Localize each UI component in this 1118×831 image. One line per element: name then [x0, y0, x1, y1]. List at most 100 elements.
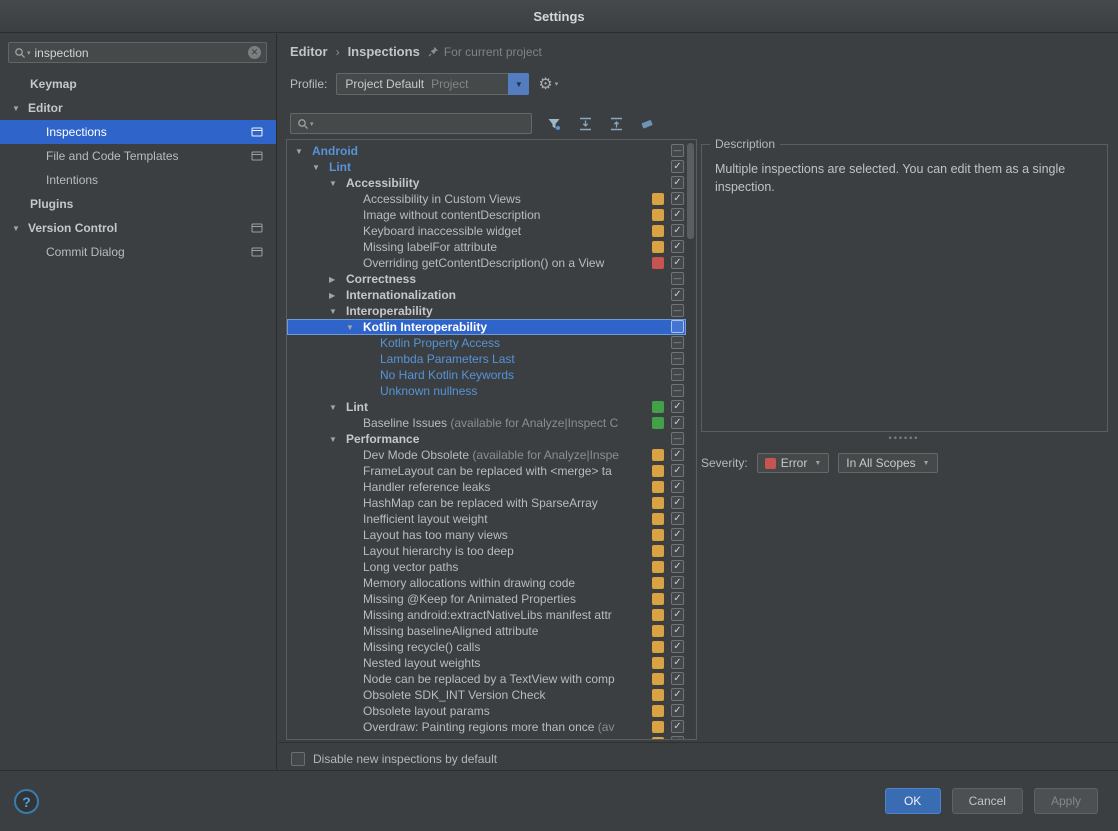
expand-all-icon[interactable] — [576, 116, 594, 132]
inspection-checkbox[interactable]: ✓ — [671, 496, 684, 509]
inspection-checkbox[interactable]: ✓ — [671, 240, 684, 253]
inspection-checkbox[interactable]: ✓ — [671, 256, 684, 269]
apply-button[interactable]: Apply — [1033, 788, 1098, 814]
tree-row-internationalization[interactable]: ▶ Internationalization ✓ — [287, 287, 686, 303]
expander-icon[interactable]: ▶ — [329, 275, 346, 284]
tree-row-missing-keep-for-animated-properties[interactable]: Missing @Keep for Animated Properties ✓ — [287, 591, 686, 607]
expander-icon[interactable]: ▼ — [12, 104, 28, 113]
expander-icon[interactable]: ▼ — [312, 163, 329, 172]
tree-row-interoperability[interactable]: ▼ Interoperability — — [287, 303, 686, 319]
reset-filter-icon[interactable] — [638, 116, 656, 132]
sidebar-item-plugins[interactable]: Plugins — [0, 192, 276, 216]
tree-row-missing-android-extractnativelibs-manifest-attr[interactable]: Missing android:extractNativeLibs manife… — [287, 607, 686, 623]
disable-new-option[interactable]: Disable new inspections by default — [291, 747, 497, 771]
inspection-checkbox[interactable]: ✓ — [671, 608, 684, 621]
tree-row-keyboard-inaccessible-widget[interactable]: Keyboard inaccessible widget ✓ — [287, 223, 686, 239]
tree-row-baseline-issues[interactable]: Baseline Issues (available for Analyze|I… — [287, 415, 686, 431]
tree-row-correctness[interactable]: ▶ Correctness — — [287, 271, 686, 287]
tree-row-no-hard-kotlin-keywords[interactable]: No Hard Kotlin Keywords — — [287, 367, 686, 383]
search-options-chevron-icon[interactable]: ▾ — [310, 120, 314, 128]
severity-combo[interactable]: Error ▼ — [756, 453, 830, 473]
tree-row-image-without-contentdescription[interactable]: Image without contentDescription ✓ — [287, 207, 686, 223]
expander-icon[interactable]: ▼ — [12, 224, 28, 233]
inspection-checkbox[interactable]: — — [671, 336, 684, 349]
inspection-checkbox[interactable]: ✓ — [671, 416, 684, 429]
inspection-checkbox[interactable]: ✓ — [671, 560, 684, 573]
tree-row-framelayout-can-be-replaced-with-merge-ta[interactable]: FrameLayout can be replaced with <merge>… — [287, 463, 686, 479]
tree-row-kotlin-interoperability[interactable]: ▼ Kotlin Interoperability — [287, 319, 686, 335]
inspection-checkbox[interactable]: ✓ — [671, 576, 684, 589]
gear-icon[interactable]: ⚙ ▾ — [538, 74, 558, 94]
sidebar-item-version-control[interactable]: ▼ Version Control — [0, 216, 276, 240]
tree-scrollbar[interactable] — [686, 141, 695, 738]
inspection-checkbox[interactable]: ✓ — [671, 528, 684, 541]
tree-row-unknown-nullness[interactable]: Unknown nullness — — [287, 383, 686, 399]
inspection-checkbox[interactable]: — — [671, 352, 684, 365]
inspection-checkbox[interactable]: ✓ — [671, 704, 684, 717]
tree-row-overdraw-painting-regions-more-than-once[interactable]: Overdraw: Painting regions more than onc… — [287, 719, 686, 735]
tree-row-obsolete-sdk-int-version-check[interactable]: Obsolete SDK_INT Version Check ✓ — [287, 687, 686, 703]
clear-search-icon[interactable]: ✕ — [248, 46, 261, 59]
inspection-checkbox[interactable]: ✓ — [671, 720, 684, 733]
ok-button[interactable]: OK — [884, 788, 941, 814]
inspection-checkbox[interactable]: ✓ — [671, 480, 684, 493]
inspection-checkbox[interactable]: ✓ — [671, 160, 684, 173]
expander-icon[interactable]: ▼ — [329, 403, 346, 412]
inspection-checkbox[interactable]: ✓ — [671, 288, 684, 301]
filter-icon[interactable] — [545, 116, 563, 132]
tree-row-missing-recycle-calls[interactable]: Missing recycle() calls ✓ — [287, 639, 686, 655]
expander-icon[interactable]: ▼ — [295, 147, 312, 156]
inspection-checkbox[interactable]: ✓ — [671, 736, 684, 739]
tree-row-overriding-getcontentdescription-on-a-view[interactable]: Overriding getContentDescription() on a … — [287, 255, 686, 271]
tree-row-layout-has-too-many-views[interactable]: Layout has too many views ✓ — [287, 527, 686, 543]
settings-search-input[interactable] — [30, 45, 248, 60]
inspection-checkbox[interactable]: ✓ — [671, 464, 684, 477]
tree-row-accessibility[interactable]: ▼ Accessibility ✓ — [287, 175, 686, 191]
inspection-checkbox[interactable]: ✓ — [671, 176, 684, 189]
inspection-checkbox[interactable]: ✓ — [671, 208, 684, 221]
tree-row-handler-reference-leaks[interactable]: Handler reference leaks ✓ — [287, 479, 686, 495]
tree-row-dev-mode-obsolete[interactable]: Dev Mode Obsolete (available for Analyze… — [287, 447, 686, 463]
inspection-checkbox[interactable]: — — [671, 144, 684, 157]
inspection-checkbox[interactable]: — — [671, 432, 684, 445]
inspection-checkbox[interactable]: ✓ — [671, 192, 684, 205]
collapse-all-icon[interactable] — [607, 116, 625, 132]
sidebar-item-editor[interactable]: ▼ Editor — [0, 96, 276, 120]
expander-icon[interactable]: ▶ — [329, 291, 346, 300]
tree-row-long-vector-paths[interactable]: Long vector paths ✓ — [287, 559, 686, 575]
inspection-checkbox[interactable] — [671, 320, 684, 333]
inspection-checkbox[interactable]: ✓ — [671, 640, 684, 653]
tree-row-kotlin-property-access[interactable]: Kotlin Property Access — — [287, 335, 686, 351]
tree-search-field[interactable]: ▾ — [290, 113, 532, 134]
inspection-checkbox[interactable]: — — [671, 368, 684, 381]
tree-row-inefficient-layout-weight[interactable]: Inefficient layout weight ✓ — [287, 511, 686, 527]
help-icon[interactable]: ? — [14, 788, 39, 814]
expander-icon[interactable]: ▼ — [346, 323, 363, 332]
inspection-checkbox[interactable]: ✓ — [671, 400, 684, 413]
tree-row-node-can-be-replaced-by-a-textview-with-comp[interactable]: Node can be replaced by a TextView with … — [287, 671, 686, 687]
sidebar-search-field[interactable]: ▾ ✕ — [8, 42, 267, 63]
breadcrumb-editor[interactable]: Editor — [290, 44, 328, 59]
splitter-handle[interactable]: •••••• — [874, 433, 934, 443]
expander-icon[interactable]: ▼ — [329, 307, 346, 316]
sidebar-item-inspections[interactable]: Inspections — [0, 120, 276, 144]
tree-row-nested-layout-weights[interactable]: Nested layout weights ✓ — [287, 655, 686, 671]
disable-new-checkbox[interactable] — [291, 752, 305, 766]
tree-search-input[interactable] — [317, 116, 525, 131]
tree-row-memory-allocations-within-drawing-code[interactable]: Memory allocations within drawing code ✓ — [287, 575, 686, 591]
scrollbar-thumb[interactable] — [687, 143, 694, 239]
tree-row-android[interactable]: ▼ Android — — [287, 143, 686, 159]
tree-row-missing-labelfor-attribute[interactable]: Missing labelFor attribute ✓ — [287, 239, 686, 255]
tree-row-lint[interactable]: ▼ Lint ✓ — [287, 159, 686, 175]
tree-row-accessibility-in-custom-views[interactable]: Accessibility in Custom Views ✓ — [287, 191, 686, 207]
tree-row-performance[interactable]: ▼ Performance — — [287, 431, 686, 447]
inspection-checkbox[interactable]: ✓ — [671, 448, 684, 461]
inspection-checkbox[interactable]: ✓ — [671, 656, 684, 669]
tree-row-layout-hierarchy-is-too-deep[interactable]: Layout hierarchy is too deep ✓ — [287, 543, 686, 559]
tree-row-lambda-parameters-last[interactable]: Lambda Parameters Last — — [287, 351, 686, 367]
tree-row-obsolete-layout-params[interactable]: Obsolete layout params ✓ — [287, 703, 686, 719]
cancel-button[interactable]: Cancel — [951, 788, 1023, 814]
inspection-checkbox[interactable]: — — [671, 272, 684, 285]
profile-combo[interactable]: Project Default Project ▼ — [336, 73, 530, 95]
expander-icon[interactable]: ▼ — [329, 179, 346, 188]
